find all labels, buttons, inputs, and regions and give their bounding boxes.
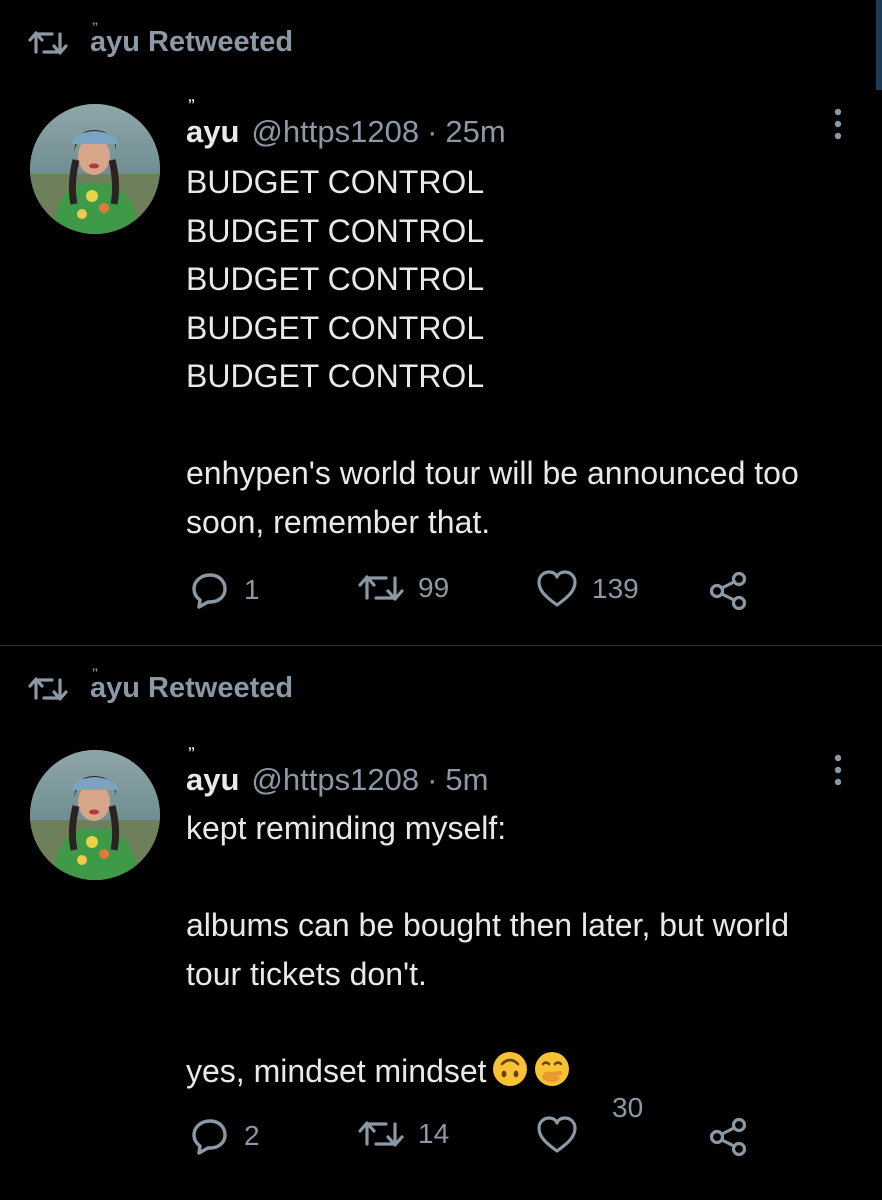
avatar[interactable] xyxy=(30,104,160,234)
reply-button[interactable]: 2 xyxy=(190,1116,260,1156)
reply-button[interactable]: 1 xyxy=(190,570,260,610)
reply-count: 1 xyxy=(244,574,260,605)
display-name[interactable]: ˮ ayu xyxy=(186,744,239,798)
like-button[interactable]: 139 xyxy=(536,570,639,608)
tweet-actions: 1 99 139 xyxy=(190,570,770,620)
like-count: 30 xyxy=(612,1092,644,1123)
share-button[interactable] xyxy=(708,570,748,610)
retweeted-by-row[interactable]: ˮ ayu Retweeted xyxy=(28,20,293,59)
user-handle[interactable]: @https1208 xyxy=(251,114,419,150)
retweet-count: 99 xyxy=(418,572,450,603)
retweeter-name-mark: ˮ xyxy=(92,665,98,680)
like-icon xyxy=(537,570,577,607)
user-handle[interactable]: @https1208 xyxy=(251,762,419,798)
retweet-icon xyxy=(358,575,404,601)
face-with-hand-over-mouth-emoji xyxy=(534,1051,569,1086)
tweet[interactable]: ˮ ayu Retweeted xyxy=(0,646,882,1200)
reply-icon xyxy=(192,1119,227,1155)
retweeted-by-row[interactable]: ˮ ayu Retweeted xyxy=(28,666,293,705)
retweet-button[interactable]: 14 xyxy=(358,1116,449,1152)
avatar-image xyxy=(30,750,160,880)
display-name-mark: ˮ xyxy=(188,744,195,760)
tweet[interactable]: ˮ ayu Retweeted xyxy=(0,0,882,645)
share-icon xyxy=(709,1117,747,1156)
tweet-header: ˮ ayu @https1208 · 5m xyxy=(186,744,488,798)
upside-down-face-emoji xyxy=(492,1051,527,1086)
tweet-text: BUDGET CONTROL BUDGET CONTROL BUDGET CON… xyxy=(186,164,799,540)
retweet-button[interactable]: 99 xyxy=(358,570,449,606)
share-button[interactable] xyxy=(708,1116,748,1156)
tweet-actions: 2 14 30 xyxy=(190,1092,770,1166)
display-name-text[interactable]: ayu xyxy=(186,114,239,149)
retweeter-name-mark: ˮ xyxy=(92,19,98,34)
share-icon xyxy=(709,571,747,610)
like-button[interactable]: 30 xyxy=(536,1092,643,1154)
like-count: 139 xyxy=(592,573,639,604)
like-icon xyxy=(537,1116,577,1153)
tweet-text: kept reminding myself: albums can be bou… xyxy=(186,804,846,1095)
tweet-header: ˮ ayu @https1208 · 25m xyxy=(186,96,506,150)
avatar[interactable] xyxy=(30,750,160,880)
more-icon[interactable] xyxy=(832,106,844,142)
avatar-image xyxy=(30,104,160,234)
reply-icon xyxy=(192,573,227,609)
display-name-mark: ˮ xyxy=(188,96,195,112)
retweeted-by-label[interactable]: ayu Retweeted xyxy=(90,672,293,705)
retweet-icon xyxy=(28,676,68,701)
timestamp[interactable]: 25m xyxy=(445,114,505,150)
timestamp[interactable]: 5m xyxy=(445,762,488,798)
separator-dot: · xyxy=(427,762,438,797)
display-name-text[interactable]: ayu xyxy=(186,762,239,797)
retweet-count: 14 xyxy=(418,1118,450,1149)
retweeted-by-label[interactable]: ayu Retweeted xyxy=(90,26,293,59)
tweet-text-content: kept reminding myself: albums can be bou… xyxy=(186,810,790,1089)
reply-count: 2 xyxy=(244,1120,260,1151)
retweet-icon xyxy=(28,30,68,55)
more-icon[interactable] xyxy=(832,752,844,788)
separator-dot: · xyxy=(427,114,438,149)
display-name[interactable]: ˮ ayu xyxy=(186,96,239,150)
retweet-icon xyxy=(358,1121,404,1147)
